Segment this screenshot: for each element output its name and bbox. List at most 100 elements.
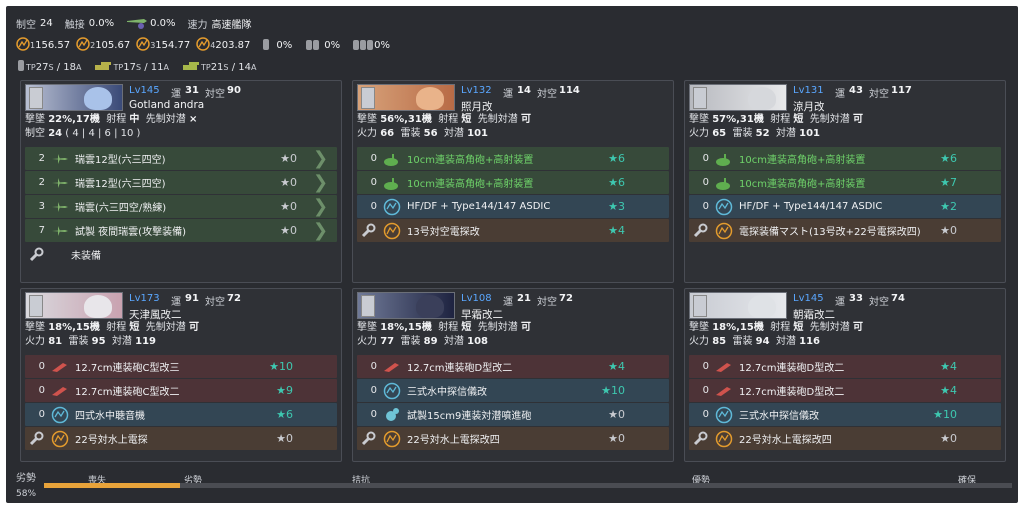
equipment-name: 22号対水上電探 (75, 435, 148, 446)
ship-stats-1: 撃墜 22%,17機 射程 中 先制対潜 × (25, 114, 198, 125)
plane-icon (51, 222, 69, 240)
ship-stats-1: 撃墜 18%,15機 射程 短 先制対潜 可 (25, 322, 199, 333)
slot-count: 0 (702, 385, 709, 396)
equipment-slot[interactable]: 0 12.7cm連装砲C型改三 ★10 (25, 355, 337, 378)
chevron-right-icon[interactable]: ❯ (313, 221, 329, 240)
ship-name[interactable]: Gotland andra (129, 99, 204, 111)
drum-icon (260, 37, 272, 54)
equipment-name: 三式水中探信儀改 (739, 411, 819, 422)
ship-card[interactable]: Lv108 運 21 対空 72 早霜改二 撃墜 18%,15機 射程 短 先制対潜 可火力… (352, 288, 674, 462)
equipment-slot[interactable]: 未装備 (25, 243, 337, 266)
equipment-name: 10cm連装高角砲+高射装置 (407, 179, 534, 190)
equipment-slot[interactable]: 0 四式水中聴音機 ★6 (25, 403, 337, 426)
equipment-slot[interactable]: 0 試製15cm9連装対潜噴進砲 ★0 (357, 403, 669, 426)
equipment-slot[interactable]: 22号対水上電探改四 ★0 (357, 427, 669, 450)
ship-banner[interactable] (357, 292, 455, 319)
slot-count: 0 (702, 361, 709, 372)
sonar-icon (383, 198, 401, 216)
ship-banner[interactable] (689, 292, 787, 319)
equipment-name: 三式水中探信儀改 (407, 387, 487, 398)
equipment-name: 12.7cm連装砲D型改二 (739, 363, 845, 374)
air-state-pct: 58% (16, 489, 37, 499)
ship-aa: 114 (559, 85, 580, 96)
equipment-slot[interactable]: 0 12.7cm連装砲C型改二 ★9 (25, 379, 337, 402)
chevron-right-icon[interactable]: ❯ (313, 149, 329, 168)
improvement-level: ★6 (276, 408, 293, 421)
equipment-slot[interactable]: 13号対空電探改 ★4 (357, 219, 669, 242)
improvement-level: ★6 (608, 152, 625, 165)
ship-banner[interactable] (357, 84, 455, 111)
equipment-slot[interactable]: 0 HF/DF + Type144/147 ASDIC ★2 (689, 195, 1001, 218)
equipment-slot[interactable]: 0 12.7cm連装砲D型改二 ★4 (689, 379, 1001, 402)
wrench-icon (359, 430, 377, 448)
equipment-slot[interactable]: 0 10cm連装高角砲+高射装置 ★6 (689, 147, 1001, 170)
ship-card[interactable]: Lv173 運 91 対空 72 天津風改二 撃墜 18%,15機 射程 短 先制対潜 可火… (20, 288, 342, 462)
ship-aa: 72 (559, 293, 573, 304)
radar-icon (715, 222, 733, 240)
improvement-level: ★0 (280, 152, 297, 165)
equipment-slot[interactable]: 0 三式水中探信儀改 ★10 (357, 379, 669, 402)
ship-banner[interactable] (25, 292, 123, 319)
equipment-slot[interactable]: 電探装備マスト(13号改+22号電探改四) ★0 (689, 219, 1001, 242)
equipment-slot[interactable]: 0 10cm連装高角砲+高射装置 ★6 (357, 171, 669, 194)
equipment-slot[interactable]: 0 10cm連装高角砲+高射装置 ★7 (689, 171, 1001, 194)
equipment-name: 未装備 (71, 251, 101, 262)
equipment-slot[interactable]: 0 12.7cm連装砲D型改二 ★4 (357, 355, 669, 378)
ship-card[interactable]: Lv145 運 31 対空 90 Gotland andra 撃墜 22%,17機 射程 中… (20, 80, 342, 283)
improvement-level: ★3 (608, 200, 625, 213)
ship-banner[interactable] (25, 84, 123, 111)
air-state-fill (44, 483, 180, 488)
drum-icon (16, 59, 26, 76)
equipment-slot[interactable]: 22号対水上電探 ★0 (25, 427, 337, 450)
equipment-name: 22号対水上電探改四 (407, 435, 500, 446)
equipment-name: 10cm連装高角砲+高射装置 (739, 155, 866, 166)
contact-value: 0.0% (88, 17, 115, 29)
equipment-slot[interactable]: 2 瑞雲12型(六三四空) ★0 ❯ (25, 147, 337, 170)
ship-card[interactable]: Lv131 運 43 対空 117 涼月改 撃墜 57%,31機 射程 短 先制対潜 可火力… (684, 80, 1006, 283)
slot-count: 0 (370, 201, 377, 212)
ship-name[interactable]: 朝霜改二 (793, 307, 835, 322)
equipment-name: 試製15cm9連装対潜噴進砲 (407, 411, 532, 422)
equipment-slot[interactable]: 0 HF/DF + Type144/147 ASDIC ★3 (357, 195, 669, 218)
wrench-icon (359, 222, 377, 240)
equipment-slot[interactable]: 0 12.7cm連装砲D型改二 ★4 (689, 355, 1001, 378)
ship-name[interactable]: 照月改 (461, 99, 493, 114)
ship-type-icon (29, 295, 43, 317)
equipment-slot[interactable]: 3 瑞雲(六三四空/熟練) ★0 ❯ (25, 195, 337, 218)
chevron-right-icon[interactable]: ❯ (313, 197, 329, 216)
contact-label: 触接 (64, 19, 85, 31)
ship-name[interactable]: 天津風改二 (129, 307, 182, 322)
ship-name[interactable]: 涼月改 (793, 99, 825, 114)
ship-card[interactable]: Lv145 運 33 対空 74 朝霜改二 撃墜 18%,15機 射程 短 先制対潜 可火力… (684, 288, 1006, 462)
ship-stats-2: 火力 65 雷装 52 対潜 101 (689, 128, 820, 139)
slot-count: 7 (38, 225, 45, 236)
slot-count: 0 (702, 409, 709, 420)
ship-aa: 74 (891, 293, 905, 304)
equipment-name: 22号対水上電探改四 (739, 435, 832, 446)
equipment-name: HF/DF + Type144/147 ASDIC (407, 201, 551, 212)
ship-name[interactable]: 早霜改二 (461, 307, 503, 322)
improvement-level: ★4 (940, 384, 957, 397)
equipment-slot[interactable]: 2 瑞雲12型(六三四空) ★0 ❯ (25, 171, 337, 194)
ship-luck: 21 (517, 293, 531, 304)
ship-aa: 72 (227, 293, 241, 304)
equipment-slot[interactable]: 7 試製 夜間瑞雲(攻撃装備) ★0 ❯ (25, 219, 337, 242)
sonar-icon (715, 406, 733, 424)
equipment-slot[interactable]: 22号対水上電探改四 ★0 (689, 427, 1001, 450)
ship-stats-2: 火力 77 雷装 89 対潜 108 (357, 336, 488, 347)
equipment-slot[interactable]: 0 三式水中探信儀改 ★10 (689, 403, 1001, 426)
improvement-level: ★0 (280, 200, 297, 213)
sonar-icon (51, 406, 69, 424)
chevron-right-icon[interactable]: ❯ (313, 173, 329, 192)
radar-icon (715, 430, 733, 448)
air-label: 制空 (16, 19, 36, 31)
contact-rate: 0.0% (150, 17, 176, 29)
ship-banner[interactable] (689, 84, 787, 111)
ship-card[interactable]: Lv132 運 14 対空 114 照月改 撃墜 56%,31機 射程 短 先制対潜 可火力… (352, 80, 674, 283)
drum-1: 0% (276, 39, 293, 51)
equipment-name: 電探装備マスト(13号改+22号電探改四) (739, 227, 921, 238)
slot-count: 0 (370, 153, 377, 164)
equipment-slot[interactable]: 0 10cm連装高角砲+高射装置 ★6 (357, 147, 669, 170)
ship-type-icon (693, 295, 707, 317)
ship-luck: 14 (517, 85, 531, 96)
